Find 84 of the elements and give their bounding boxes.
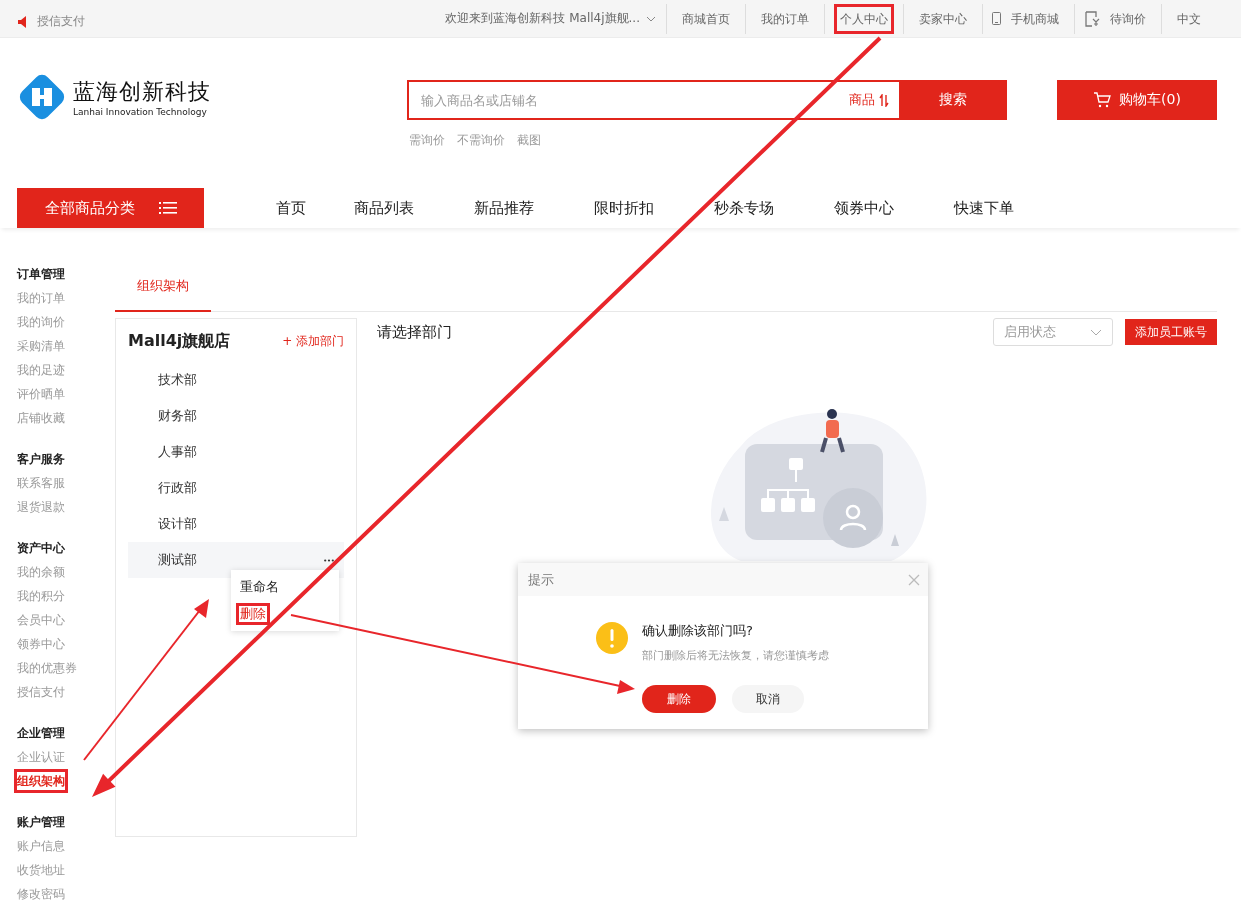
dialog-detail: 部门删除后将无法恢复，请您谨慎考虑 — [642, 648, 829, 663]
sidebar-item[interactable]: 退货退款 — [14, 495, 68, 519]
sidebar-item[interactable]: 联系客服 — [14, 471, 68, 495]
logo-name: 蓝海创新科技 — [73, 78, 211, 106]
chevron-down-icon — [646, 15, 656, 22]
search-hint[interactable]: 截图 — [517, 132, 541, 149]
more-icon[interactable] — [324, 558, 334, 562]
credit-payment-link[interactable]: 授信支付 — [37, 13, 85, 30]
nav-link[interactable]: 限时折扣 — [594, 198, 654, 218]
add-department-link[interactable]: + 添加部门 — [282, 332, 344, 350]
cart-button[interactable]: 购物车(0) — [1057, 80, 1217, 120]
top-link[interactable]: 中文 — [1171, 3, 1207, 34]
top-link[interactable]: 商城首页 — [676, 3, 736, 34]
nav-link[interactable]: 商品列表 — [354, 198, 414, 218]
welcome-text: 欢迎来到蓝海创新科技 Mall4j旗舰... — [445, 10, 666, 27]
department-row[interactable]: 人事部 — [128, 434, 344, 470]
cart-icon — [1093, 92, 1112, 108]
sidebar-item[interactable]: 店铺收藏 — [14, 406, 68, 430]
all-categories-button[interactable]: 全部商品分类 — [17, 188, 204, 228]
warning-icon — [596, 622, 628, 654]
top-link[interactable]: 卖家中心 — [913, 3, 973, 34]
sidebar-heading: 资产中心 — [17, 540, 66, 557]
sidebar-item[interactable]: 修改密码 — [14, 882, 68, 906]
phone-icon — [992, 12, 1001, 25]
sidebar-item[interactable]: 评价晒单 — [14, 382, 68, 406]
top-link[interactable]: 手机商城 — [1005, 3, 1065, 34]
top-link[interactable]: 个人中心 — [834, 3, 894, 34]
sidebar-item[interactable]: 组织架构 — [14, 769, 68, 793]
menu-item[interactable]: 重命名 — [236, 576, 283, 598]
search-hint[interactable]: 不需询价 — [457, 132, 505, 149]
status-select[interactable]: 启用状态 — [993, 318, 1113, 346]
sidebar-item[interactable]: 我的足迹 — [14, 358, 68, 382]
department-name: 设计部 — [158, 515, 197, 533]
sidebar-item[interactable]: 我的询价 — [14, 310, 68, 334]
nav-link[interactable]: 快速下单 — [954, 198, 1014, 218]
sidebar-item[interactable]: 企业认证 — [14, 745, 68, 769]
cancel-button[interactable]: 取消 — [732, 685, 804, 713]
sidebar-heading: 订单管理 — [17, 266, 66, 283]
nav-link[interactable]: 领券中心 — [834, 198, 894, 218]
search-hint[interactable]: 需询价 — [409, 132, 445, 149]
sidebar-heading: 客户服务 — [17, 451, 66, 468]
dialog-message: 确认删除该部门吗? — [642, 622, 754, 640]
department-row[interactable]: 设计部 — [128, 506, 344, 542]
sidebar-item[interactable]: 采购清单 — [14, 334, 68, 358]
search-field[interactable]: 输入商品名或店铺名 商品 — [407, 80, 899, 120]
chevron-down-icon — [1090, 328, 1102, 336]
sidebar-item[interactable]: 我的优惠券 — [14, 656, 80, 680]
confirm-delete-button[interactable]: 删除 — [642, 685, 716, 713]
department-name: 技术部 — [158, 371, 197, 389]
section-title: 请选择部门 — [377, 322, 452, 342]
search-button[interactable]: 搜索 — [899, 80, 1007, 120]
department-row[interactable]: 行政部 — [128, 470, 344, 506]
sidebar-item[interactable]: 我的积分 — [14, 584, 68, 608]
department-row[interactable]: 财务部 — [128, 398, 344, 434]
department-name: 财务部 — [158, 407, 197, 425]
sidebar-item[interactable]: 我的余额 — [14, 560, 68, 584]
nav-link[interactable]: 首页 — [276, 198, 306, 218]
sidebar-heading: 企业管理 — [17, 725, 66, 742]
department-name: 测试部 — [158, 551, 197, 569]
department-row[interactable]: 技术部 — [128, 362, 344, 398]
add-staff-button[interactable]: 添加员工账号 — [1125, 319, 1217, 345]
sidebar-item[interactable]: 我的订单 — [14, 286, 68, 310]
sort-icon[interactable] — [879, 93, 889, 107]
sidebar-item[interactable]: 账户信息 — [14, 834, 68, 858]
top-link[interactable]: 待询价 — [1104, 3, 1152, 34]
speaker-icon — [17, 15, 29, 28]
department-name: 行政部 — [158, 479, 197, 497]
menu-icon — [158, 201, 177, 215]
tab[interactable]: 组织架构 — [115, 262, 211, 312]
sidebar-item[interactable]: 领券中心 — [14, 632, 68, 656]
dialog-title: 提示 — [528, 570, 554, 589]
sidebar-item[interactable]: 会员中心 — [14, 608, 68, 632]
store-name: Mall4j旗舰店 — [128, 330, 231, 352]
search-scope[interactable]: 商品 — [849, 91, 875, 109]
document-icon — [1084, 10, 1100, 27]
sidebar-item[interactable]: 收货地址 — [14, 858, 68, 882]
nav-link[interactable]: 新品推荐 — [474, 198, 534, 218]
sidebar-item[interactable]: 授信支付 — [14, 680, 68, 704]
department-name: 人事部 — [158, 443, 197, 461]
sidebar-heading: 账户管理 — [17, 814, 66, 831]
top-link[interactable]: 我的订单 — [755, 3, 815, 34]
nav-link[interactable]: 秒杀专场 — [714, 198, 774, 218]
menu-item[interactable]: 删除 — [236, 603, 270, 625]
logo-subtitle: Lanhai Innovation Technology — [73, 107, 208, 117]
